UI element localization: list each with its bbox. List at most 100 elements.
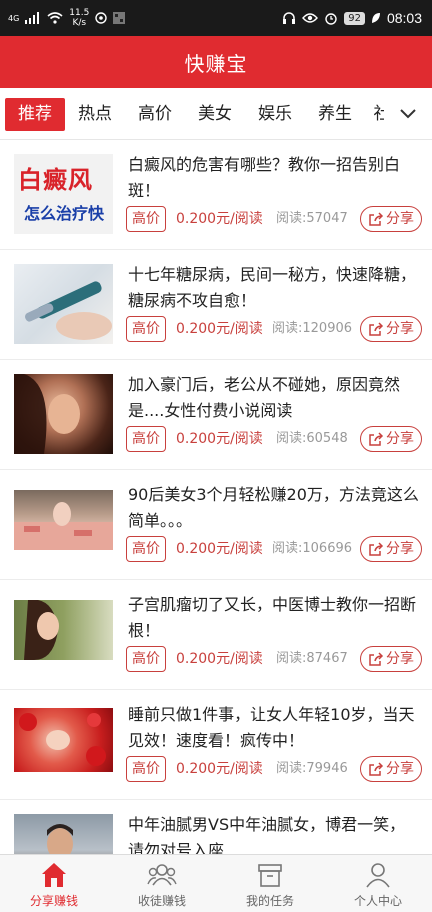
read-count: 阅读:60548	[276, 431, 348, 446]
category-tabs: 推荐 热点 高价 美女 娱乐 养生 社	[0, 88, 432, 140]
wifi-icon	[47, 12, 63, 24]
leaf-icon	[371, 13, 380, 23]
article-title[interactable]: 子宫肌瘤切了又长，中医博士教你一招断根！	[128, 592, 420, 644]
share-icon	[369, 432, 384, 446]
article-item[interactable]: 加入豪门后，老公从不碰她，原因竟然是....女性付费小说阅读 高价 0.200元…	[0, 360, 432, 470]
share-label: 分享	[386, 761, 414, 777]
nav-label: 分享赚钱	[29, 894, 78, 908]
high-price-badge: 高价	[126, 206, 166, 232]
woman-portrait-image	[14, 374, 80, 454]
price-per-read: 0.200元/阅读	[176, 541, 263, 557]
nav-share-earn[interactable]: 分享赚钱	[0, 855, 108, 912]
share-button[interactable]: 分享	[360, 316, 422, 342]
bottom-nav: 分享赚钱 收徒赚钱 我的任务 个人中心	[0, 854, 432, 912]
share-label: 分享	[386, 211, 414, 227]
article-meta: 高价 0.200元/阅读 阅读:60548 分享	[126, 426, 422, 452]
article-item[interactable]: 白癜风 怎么治疗快 白癜风的危害有哪些？教你一招告别白斑！ 高价 0.200元/…	[0, 140, 432, 250]
price-per-read: 0.200元/阅读	[176, 761, 263, 777]
share-label: 分享	[386, 651, 414, 667]
app-notify-icon	[95, 12, 108, 24]
high-price-badge: 高价	[126, 756, 166, 782]
nav-profile[interactable]: 个人中心	[324, 855, 432, 912]
read-count: 阅读:79946	[276, 761, 348, 776]
money-bed-image	[14, 502, 113, 550]
article-title[interactable]: 睡前只做1件事，让女人年轻10岁，当天见效！速度看！疯传中！	[128, 702, 420, 754]
nav-label: 个人中心	[353, 894, 402, 908]
article-item[interactable]: 子宫肌瘤切了又长，中医博士教你一招断根！ 高价 0.200元/阅读 阅读:874…	[0, 580, 432, 690]
price-per-read: 0.200元/阅读	[176, 211, 263, 227]
share-icon	[369, 212, 384, 226]
high-price-badge: 高价	[126, 536, 166, 562]
share-icon	[369, 542, 384, 556]
insulin-pen-image	[25, 281, 112, 340]
high-price-badge: 高价	[126, 426, 166, 452]
read-count: 阅读:106696	[272, 541, 353, 556]
article-meta: 高价 0.200元/阅读 阅读:106696 分享	[126, 536, 422, 562]
read-count: 阅读:57047	[276, 211, 348, 226]
tabs-expand-button[interactable]	[384, 88, 432, 139]
roses-woman-image	[19, 713, 106, 766]
nav-my-tasks[interactable]: 我的任务	[216, 855, 324, 912]
alarm-icon	[325, 13, 337, 25]
woman-portrait-image	[24, 600, 59, 660]
high-price-badge: 高价	[126, 646, 166, 672]
home-icon	[42, 863, 66, 887]
chevron-down-icon	[400, 108, 416, 118]
article-title[interactable]: 加入豪门后，老公从不碰她，原因竟然是....女性付费小说阅读	[128, 372, 420, 424]
qr-notify-icon	[113, 12, 126, 24]
price-per-read: 0.200元/阅读	[176, 651, 263, 667]
tab-entertainment[interactable]: 娱乐	[252, 98, 298, 131]
article-item[interactable]: 中年油腻男VS中年油腻女，博君一笑，请勿对号入座	[0, 800, 432, 854]
page-title: 快赚宝	[184, 51, 248, 76]
article-title[interactable]: 白癜风的危害有哪些？教你一招告别白斑！	[128, 152, 420, 204]
tab-high-price[interactable]: 高价	[132, 98, 178, 131]
share-icon	[369, 762, 384, 776]
article-meta: 高价 0.200元/阅读 阅读:87467 分享	[126, 646, 422, 672]
nav-label: 我的任务	[245, 894, 294, 908]
clock: 08:03	[386, 10, 422, 26]
person-icon	[366, 863, 390, 888]
headset-icon	[283, 12, 296, 24]
eye-icon	[302, 13, 319, 23]
article-thumbnail	[14, 264, 113, 344]
article-title[interactable]: 中年油腻男VS中年油腻女，博君一笑，请勿对号入座	[128, 812, 420, 854]
article-title[interactable]: 90后美女3个月轻松赚20万，方法竟这么简单。。。	[128, 482, 420, 534]
article-thumbnail	[14, 600, 113, 660]
share-icon	[369, 322, 384, 336]
nav-label: 收徒赚钱	[137, 894, 186, 908]
article-thumbnail	[14, 374, 113, 454]
price-per-read: 0.200元/阅读	[176, 321, 263, 337]
tab-hot[interactable]: 热点	[72, 98, 118, 131]
task-box-icon	[258, 864, 282, 887]
share-button[interactable]: 分享	[360, 426, 422, 452]
read-count: 阅读:87467	[276, 651, 348, 666]
read-count: 阅读:120906	[272, 321, 353, 336]
share-icon	[369, 652, 384, 666]
article-item[interactable]: 睡前只做1件事，让女人年轻10岁，当天见效！速度看！疯传中！ 高价 0.200元…	[0, 690, 432, 800]
article-thumbnail	[14, 708, 113, 772]
share-button[interactable]: 分享	[360, 646, 422, 672]
share-button[interactable]: 分享	[360, 206, 422, 232]
article-item[interactable]: 90后美女3个月轻松赚20万，方法竟这么简单。。。 高价 0.200元/阅读 阅…	[0, 470, 432, 580]
tab-recommend[interactable]: 推荐	[5, 98, 65, 131]
article-item[interactable]: 十七年糖尿病，民间一秘方，快速降糖，糖尿病不攻自愈！ 高价 0.200元/阅读 …	[0, 250, 432, 360]
article-title[interactable]: 十七年糖尿病，民间一秘方，快速降糖，糖尿病不攻自愈！	[128, 262, 420, 314]
price-per-read: 0.200元/阅读	[176, 431, 263, 447]
tab-beauty[interactable]: 美女	[192, 98, 238, 131]
share-button[interactable]: 分享	[360, 756, 422, 782]
nav-recruit-earn[interactable]: 收徒赚钱	[108, 855, 216, 912]
speed-unit: K/s	[72, 18, 87, 28]
article-meta: 高价 0.200元/阅读 阅读:57047 分享	[126, 206, 422, 232]
article-thumbnail	[14, 814, 113, 854]
high-price-badge: 高价	[126, 316, 166, 342]
signal-icon	[25, 12, 40, 24]
tab-health[interactable]: 养生	[312, 98, 358, 131]
signal-label: 4G	[8, 13, 20, 23]
share-label: 分享	[386, 321, 414, 337]
article-meta: 高价 0.200元/阅读 阅读:120906 分享	[126, 316, 422, 342]
status-bar: 4G 11.5 K/s 92 08:03	[0, 0, 432, 36]
thumb-text-bottom: 怎么治疗快	[23, 204, 104, 223]
man-portrait-image	[47, 824, 73, 854]
article-list: 白癜风 怎么治疗快 白癜风的危害有哪些？教你一招告别白斑！ 高价 0.200元/…	[0, 140, 432, 854]
share-button[interactable]: 分享	[360, 536, 422, 562]
